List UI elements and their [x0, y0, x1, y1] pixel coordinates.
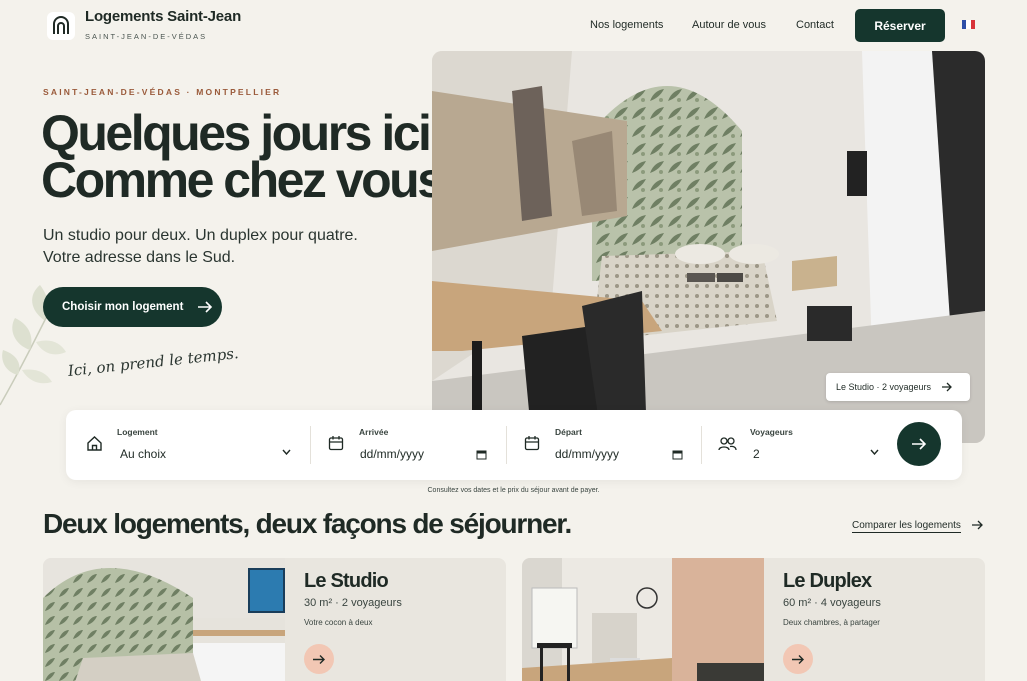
hero-script-text: Ici, on prend le temps.	[67, 344, 240, 380]
users-icon	[718, 437, 737, 451]
card-duplex[interactable]: Le Duplex 60 m² · 4 voyageurs Deux chamb…	[522, 558, 985, 681]
card-meta: 60 m² · 4 voyageurs	[783, 597, 881, 609]
brand-subtitle: SAINT-JEAN-DE-VÉDAS	[85, 32, 208, 41]
voyageurs-label: Voyageurs	[750, 427, 793, 437]
nav-contact[interactable]: Contact	[796, 19, 834, 31]
arrow-right-icon[interactable]	[971, 520, 984, 530]
nav-nos-logements[interactable]: Nos logements	[590, 19, 663, 31]
divider	[310, 426, 311, 464]
card-desc: Votre cocon à deux	[304, 618, 373, 627]
image-tag-button[interactable]: Le Studio · 2 voyageurs	[826, 373, 970, 401]
hero-eyebrow: SAINT-JEAN-DE-VÉDAS · MONTPELLIER	[43, 87, 282, 97]
logement-select[interactable]: Au choix	[120, 447, 166, 461]
compare-link[interactable]: Comparer les logements	[852, 520, 961, 533]
arrow-right-icon	[198, 301, 213, 313]
hero-title-line1: Quelques jours ici.	[41, 105, 443, 161]
nav-autour-de-vous[interactable]: Autour de vous	[692, 19, 766, 31]
date-picker-icon[interactable]	[476, 449, 487, 460]
image-tag-label: Le Studio · 2 voyageurs	[836, 382, 932, 392]
home-icon	[87, 436, 102, 451]
card-open-button[interactable]	[783, 644, 813, 674]
divider	[701, 426, 702, 464]
card-title: Le Studio	[304, 570, 389, 592]
booking-hint: Consultez vos dates et le prix du séjour…	[427, 487, 600, 494]
calendar-icon	[328, 436, 344, 451]
reserve-button[interactable]: Réserver	[855, 9, 945, 42]
hero-title: Quelques jours ici. Comme chez vous.	[41, 105, 456, 208]
logo-icon[interactable]	[47, 12, 75, 40]
date-picker-icon[interactable]	[672, 449, 683, 460]
divider	[506, 426, 507, 464]
arrow-right-icon	[792, 654, 804, 664]
card-title: Le Duplex	[783, 570, 872, 592]
duplex-thumbnail	[522, 558, 764, 681]
flag-fr-icon[interactable]	[962, 20, 975, 29]
card-meta: 30 m² · 2 voyageurs	[304, 597, 402, 609]
choose-logement-button[interactable]: Choisir mon logement	[43, 287, 222, 327]
hero-subtitle-line2: Votre adresse dans le Sud.	[43, 249, 236, 266]
arrow-right-icon	[912, 438, 927, 450]
arrivee-input[interactable]: dd/mm/yyyy	[360, 447, 424, 461]
arrow-right-icon	[942, 382, 952, 392]
studio-thumbnail	[43, 558, 285, 681]
card-desc: Deux chambres, à partager	[783, 618, 880, 627]
card-studio[interactable]: Le Studio 30 m² · 2 voyageurs Votre coco…	[43, 558, 506, 681]
voyageurs-select[interactable]: 2	[753, 447, 760, 461]
chevron-down-icon[interactable]	[870, 449, 879, 455]
hero-subtitle-line1: Un studio pour deux. Un duplex pour quat…	[43, 227, 358, 244]
depart-input[interactable]: dd/mm/yyyy	[555, 447, 619, 461]
hero-title-line2: Comme chez vous.	[41, 152, 456, 208]
brand-title[interactable]: Logements Saint-Jean	[85, 8, 241, 25]
cta-label: Choisir mon logement	[62, 301, 184, 313]
chevron-down-icon[interactable]	[282, 449, 291, 455]
depart-label: Départ	[555, 427, 582, 437]
search-submit-button[interactable]	[897, 422, 941, 466]
calendar-icon	[524, 436, 540, 451]
arrivee-label: Arrivée	[359, 427, 389, 437]
card-open-button[interactable]	[304, 644, 334, 674]
arrow-right-icon	[313, 654, 325, 664]
section-title: Deux logements, deux façons de séjourner…	[43, 508, 572, 539]
logement-label: Logement	[117, 427, 158, 437]
hero-subtitle: Un studio pour deux. Un duplex pour quat…	[43, 225, 358, 269]
booking-bar: Logement Au choix Arrivée dd/mm/yyyy Dép…	[66, 410, 962, 480]
